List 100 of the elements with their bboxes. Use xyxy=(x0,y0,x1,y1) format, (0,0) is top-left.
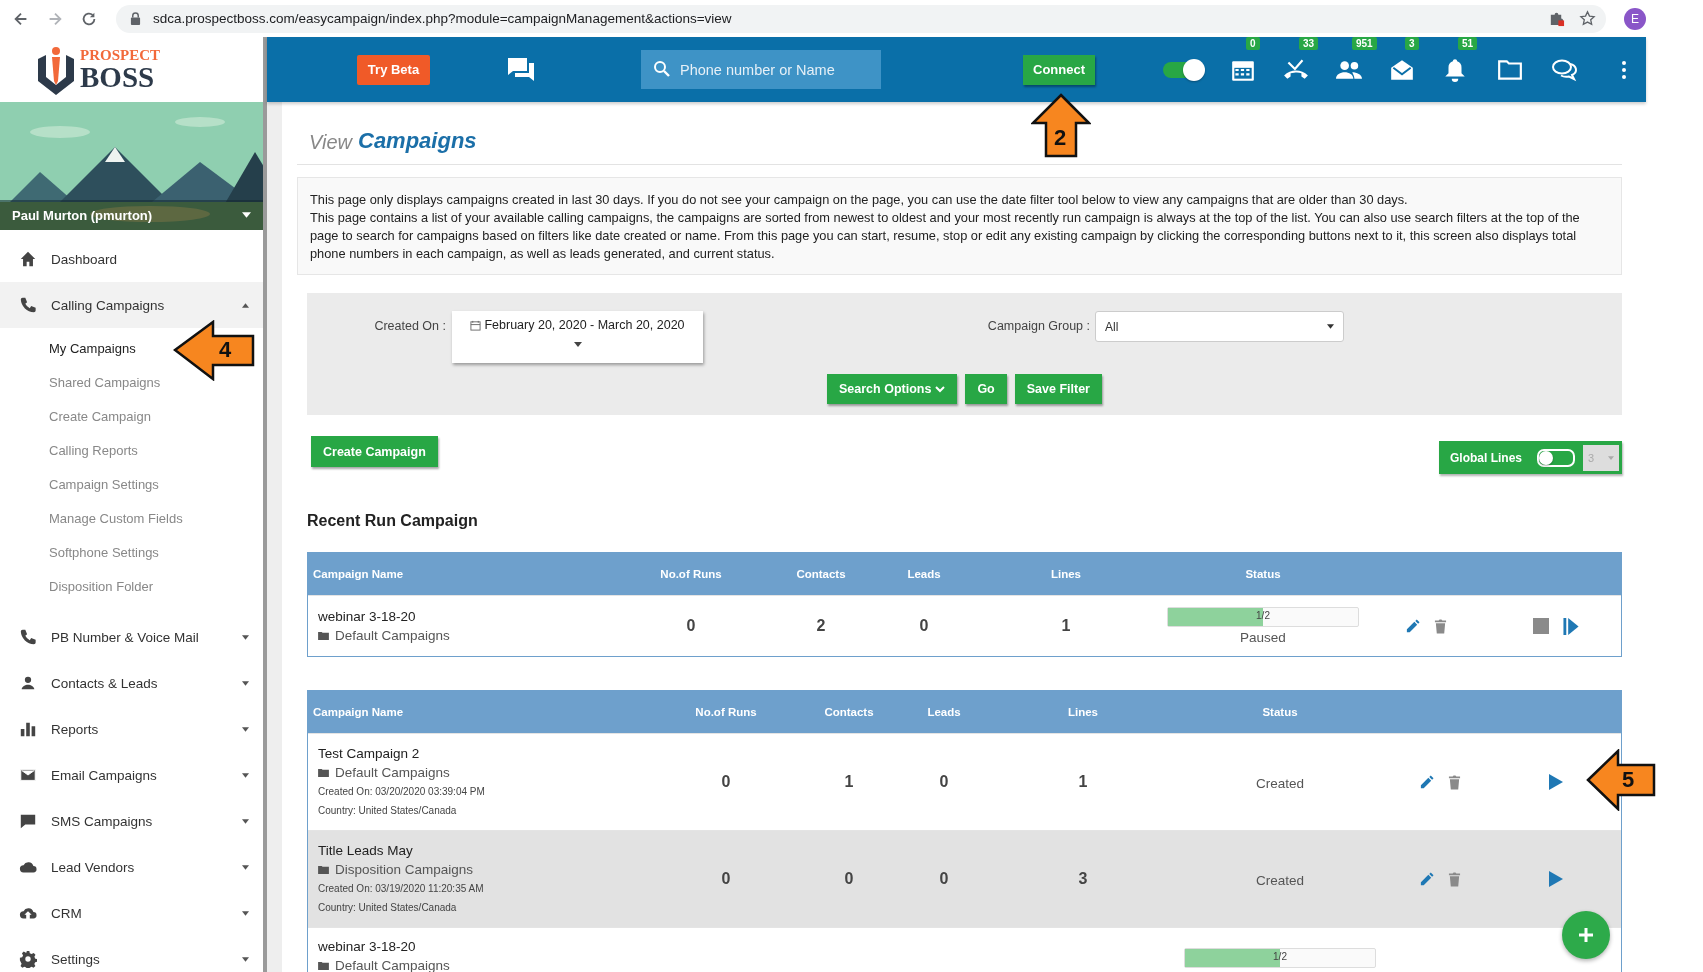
bell-icon[interactable] xyxy=(1442,56,1468,83)
menu-item[interactable]: Email Campaigns xyxy=(0,752,263,798)
campaign-group-select[interactable]: All xyxy=(1095,311,1344,342)
search-field[interactable]: Phone number or Name xyxy=(641,50,881,89)
toggle-switch[interactable] xyxy=(1163,61,1203,78)
table-row[interactable]: Title Leads May Disposition Campaigns Created On: 03/19/2020 11:20:35 AM Country: United States/Canada 0 0 0 3 Created xyxy=(308,830,1621,927)
submenu-item[interactable]: Create Campaign xyxy=(0,400,157,434)
folder-name: Disposition Campaigns xyxy=(335,861,474,879)
column-header: Leads xyxy=(906,568,942,580)
table-row[interactable]: webinar 3-18-20 Default Campaigns 1/2 xyxy=(308,927,1621,972)
progress-text: 1/2 xyxy=(1272,951,1288,962)
folder-icon xyxy=(318,631,329,640)
date-range-picker[interactable]: February 20, 2020 - March 20, 2020 xyxy=(452,311,703,363)
column-header: Lines xyxy=(1049,568,1082,580)
column-header: No.of Runs xyxy=(694,706,758,718)
menu-item[interactable]: Contacts & Leads xyxy=(0,660,263,706)
table-cell-text: 0 xyxy=(918,617,930,635)
caret-icon xyxy=(242,956,249,962)
status-text: Created xyxy=(1256,776,1304,791)
status-text: Created xyxy=(1256,873,1304,888)
table-cell-text: 1 xyxy=(1077,773,1089,791)
column-header: Campaign Name xyxy=(312,706,405,718)
trash-icon[interactable] xyxy=(1434,618,1447,634)
user-bar[interactable]: Paul Murton (pmurton) xyxy=(0,200,263,230)
caret-icon xyxy=(1327,324,1334,329)
column-header: Status xyxy=(1261,706,1299,718)
column-header: Campaign Name xyxy=(312,568,405,580)
more-icon[interactable] xyxy=(1620,59,1628,80)
resume-icon[interactable] xyxy=(1563,617,1579,635)
campaign-name: Title Leads May xyxy=(318,842,414,860)
menu-item[interactable]: Dashboard xyxy=(0,236,263,282)
folder-name: Default Campaigns xyxy=(335,627,450,645)
field-label: Campaign Group : xyxy=(986,318,1090,333)
menu-item[interactable]: Calling Campaigns xyxy=(0,282,263,328)
column-header: Lines xyxy=(1066,706,1099,718)
menu-item[interactable]: CRM xyxy=(0,890,263,936)
plus-icon xyxy=(1576,925,1596,945)
callout-number: 2 xyxy=(1054,126,1067,149)
page-title-prefix: View xyxy=(309,131,352,154)
submenu-item[interactable]: My Campaigns xyxy=(0,332,142,366)
table-cell-text: 0 xyxy=(685,617,697,635)
puzzle-icon[interactable] xyxy=(1548,10,1565,27)
caret-icon xyxy=(242,726,249,732)
chat-icon xyxy=(19,812,37,830)
campaign-name: webinar 3-18-20 xyxy=(318,938,417,956)
person-icon xyxy=(19,674,37,692)
callout-number: 5 xyxy=(1622,769,1635,791)
trash-icon[interactable] xyxy=(1448,871,1461,887)
bar-chart-icon xyxy=(19,720,37,738)
caret-icon xyxy=(242,302,249,308)
submenu-item[interactable]: Softphone Settings xyxy=(0,536,165,570)
info-text: This page only displays campaigns created in last 30 days. If you do not see your campaign on the page, you can use the date filter tool below to view any campaigns that are older than 30 days. xyxy=(310,191,1409,209)
logo: PROSPECT BOSS xyxy=(0,37,263,102)
caret-icon xyxy=(242,634,249,640)
field-label: Created On : xyxy=(373,318,446,333)
submenu-item[interactable]: Calling Reports xyxy=(0,434,144,468)
menu-item[interactable]: PB Number & Voice Mail xyxy=(0,614,263,660)
caret-icon xyxy=(242,864,249,870)
created-date: Created On: 03/19/2020 11:20:35 AM xyxy=(318,882,485,896)
column-header: Contacts xyxy=(823,706,875,718)
menu-item[interactable]: SMS Campaigns xyxy=(0,798,263,844)
campaign-name: Test Campaign 2 xyxy=(318,745,421,763)
menu-item[interactable]: Reports xyxy=(0,706,263,752)
play-icon[interactable] xyxy=(1549,871,1563,887)
status-text: Paused xyxy=(1240,630,1286,645)
callout-arrow xyxy=(1031,92,1091,158)
table-cell-text: 0 xyxy=(843,870,855,888)
trash-icon[interactable] xyxy=(1448,774,1461,790)
submenu-item[interactable]: Campaign Settings xyxy=(0,468,165,502)
section-heading: Recent Run Campaign xyxy=(307,512,479,530)
folder-name: Default Campaigns xyxy=(335,764,450,782)
progress-text: 1/2 xyxy=(1255,610,1271,621)
country-text: Country: United States/Canada xyxy=(318,804,458,818)
chat-icon[interactable] xyxy=(507,56,535,83)
column-header: Contacts xyxy=(795,568,847,580)
profile-avatar[interactable]: E xyxy=(1624,7,1646,30)
settings-icon xyxy=(19,950,37,968)
address-bar[interactable]: sdca.prospectboss.com/easycampaign/index.php?module=campaignManagement&actions=view xyxy=(116,4,1606,33)
table-cell-text: 0 xyxy=(938,870,950,888)
caret-icon xyxy=(242,910,249,916)
submenu-item[interactable]: Disposition Folder xyxy=(0,570,160,604)
menu-item[interactable]: Lead Vendors xyxy=(0,844,263,890)
edit-icon[interactable] xyxy=(1419,871,1434,887)
folder-icon xyxy=(318,768,329,777)
column-header: Leads xyxy=(926,706,962,718)
table-cell-text: 0 xyxy=(720,870,732,888)
info-text: This page contains a list of your available calling campaigns, the campaigns are sorted from newest to oldest and your most recently run campaign is always at the top of the list. You can also use search filters at the top of the page to search for campaigns based on filters like date created or name. From this page you can start, resume, stop or edit any existing campaign by clicking the corresponding buttons next to it, this screen also displays total phone numbers in each campaign, as well as leads generated, and current status. xyxy=(310,209,1581,263)
submenu-item[interactable]: Shared Campaigns xyxy=(0,366,167,400)
star-icon[interactable] xyxy=(1579,10,1596,27)
caret-icon xyxy=(573,342,582,347)
phone-icon xyxy=(19,628,37,646)
callout-number: 4 xyxy=(219,339,232,361)
submenu-item[interactable]: Manage Custom Fields xyxy=(0,502,189,536)
folder-icon xyxy=(318,865,329,874)
table-cell-text: 2 xyxy=(815,617,827,635)
edit-icon[interactable] xyxy=(1405,618,1420,634)
play-icon[interactable] xyxy=(1549,774,1563,790)
edit-icon[interactable] xyxy=(1419,774,1434,790)
menu-item[interactable]: Settings xyxy=(0,936,263,972)
calendar-icon xyxy=(470,319,482,331)
